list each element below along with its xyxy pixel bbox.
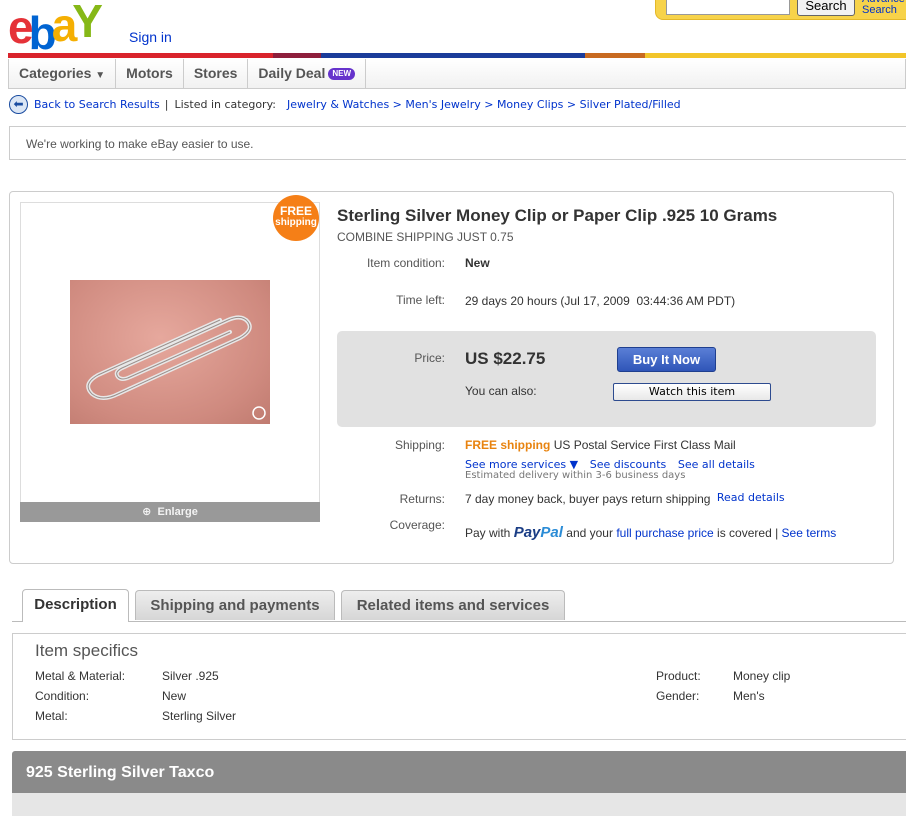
shipping-links: See more services ▼ See discounts See al… [465, 456, 755, 471]
description-header: 925 Sterling Silver Taxco [12, 751, 906, 793]
nav-daily-deal-label: Daily Deal [258, 65, 326, 81]
price-label: Price: [414, 351, 445, 365]
search-button[interactable]: Search [797, 0, 855, 16]
spec-value: Men's [733, 689, 765, 703]
spec-key: Metal: [35, 709, 68, 723]
enlarge-button[interactable]: ⊕ Enlarge [20, 502, 320, 522]
read-details-link[interactable]: Read details [717, 491, 785, 504]
badge-line-1: FREE [279, 204, 312, 218]
category-path-link[interactable]: Jewelry & Watches > Men's Jewelry > Mone… [287, 98, 681, 111]
listed-in-label: Listed in category: [174, 98, 276, 111]
you-can-also-label: You can also: [465, 384, 537, 398]
spec-value: Money clip [733, 669, 791, 683]
sign-in-link[interactable]: Sign in [129, 29, 172, 45]
free-shipping-text: FREE shipping [465, 438, 551, 452]
full-purchase-price-link[interactable]: full purchase price [616, 526, 713, 540]
coverage-pre: Pay with [465, 526, 511, 540]
coverage-mid: and your [566, 526, 613, 540]
logo-letter-a: a [51, 0, 77, 51]
item-subtitle: COMBINE SHIPPING JUST 0.75 [337, 230, 514, 244]
nav-motors[interactable]: Motors [116, 59, 184, 88]
shipping-service: US Postal Service First Class Mail [553, 438, 736, 452]
spec-key: Gender: [656, 689, 700, 703]
back-to-results-link[interactable]: Back to Search Results [34, 98, 160, 111]
nav-stores[interactable]: Stores [184, 59, 249, 88]
shipping-label: Shipping: [394, 438, 445, 452]
coverage-value: Pay with PayPal and your full purchase p… [465, 524, 836, 541]
returns-label: Returns: [399, 492, 445, 506]
spec-key: Metal & Material: [35, 669, 126, 683]
paper-clip-image [86, 315, 266, 420]
spec-value: Sterling Silver [162, 709, 237, 723]
enlarge-label: Enlarge [157, 506, 198, 518]
tab-baseline [12, 621, 906, 622]
free-shipping-badge: FREE shipping [273, 195, 319, 241]
returns-text: 7 day money back, buyer pays return ship… [465, 492, 711, 506]
time-left-label: Time left: [396, 293, 445, 307]
back-arrow-icon[interactable]: ⬅ [9, 95, 28, 114]
zoom-icon: ⊕ [142, 506, 152, 518]
spec-key: Product: [656, 669, 701, 683]
item-photo[interactable] [70, 280, 270, 424]
condition-value: New [465, 256, 490, 270]
watch-item-button[interactable]: Watch this item [613, 383, 771, 401]
item-specifics-panel [12, 633, 906, 740]
search-input[interactable] [666, 0, 790, 15]
price-box [337, 331, 876, 427]
color-stripe [8, 53, 906, 58]
breadcrumb-separator: | [164, 98, 169, 111]
advanced-search-link[interactable]: Advance Search [862, 0, 906, 16]
coverage-label: Coverage: [389, 518, 445, 532]
price-value: US $22.75 [465, 349, 546, 368]
logo-letter-e: e [8, 1, 33, 53]
badge-line-2: shipping [275, 217, 317, 228]
chevron-down-icon: ▼ [95, 70, 106, 81]
nav-daily-deal[interactable]: Daily Deal NEW [248, 59, 367, 88]
description-body [12, 793, 906, 816]
new-badge: NEW [328, 68, 356, 81]
condition-label: Item condition: [366, 256, 445, 270]
tab-shipping-payments[interactable]: Shipping and payments [135, 590, 335, 620]
logo-letter-y: Y [72, 0, 103, 47]
item-title: Sterling Silver Money Clip or Paper Clip… [337, 206, 778, 225]
tab-related-items[interactable]: Related items and services [341, 590, 565, 620]
ebay-logo[interactable]: ebaY [8, 0, 126, 59]
buy-it-now-button[interactable]: Buy It Now [617, 347, 716, 372]
tab-description[interactable]: Description [22, 589, 129, 622]
item-specifics-title: Item specifics [35, 641, 138, 660]
nav-categories[interactable]: Categories ▼ [9, 59, 117, 88]
nav-categories-label: Categories [19, 65, 92, 81]
returns-value: 7 day money back, buyer pays return ship… [465, 491, 785, 506]
see-all-details-link[interactable]: See all details [678, 458, 755, 471]
spec-value: Silver .925 [162, 669, 219, 683]
delivery-estimate: Estimated delivery within 3-6 business d… [465, 470, 686, 481]
paypal-logo: PayPal [513, 524, 563, 541]
notice-banner: We're working to make eBay easier to use… [9, 126, 906, 160]
search-panel: Search Advance Search [655, 0, 906, 20]
spec-value: New [162, 689, 187, 703]
time-left-value: 29 days 20 hours (Jul 17, 2009 03:44:36 … [465, 294, 736, 308]
breadcrumb: ⬅ Back to Search Results | Listed in cat… [9, 95, 681, 114]
spec-key: Condition: [35, 689, 90, 703]
coverage-post: is covered | [717, 526, 779, 540]
logo-letter-b: b [28, 7, 57, 59]
nav-bar: Categories ▼ Motors Stores Daily Deal NEW [8, 59, 906, 89]
see-terms-link[interactable]: See terms [782, 526, 837, 540]
shipping-value: FREE shipping US Postal Service First Cl… [465, 438, 736, 452]
